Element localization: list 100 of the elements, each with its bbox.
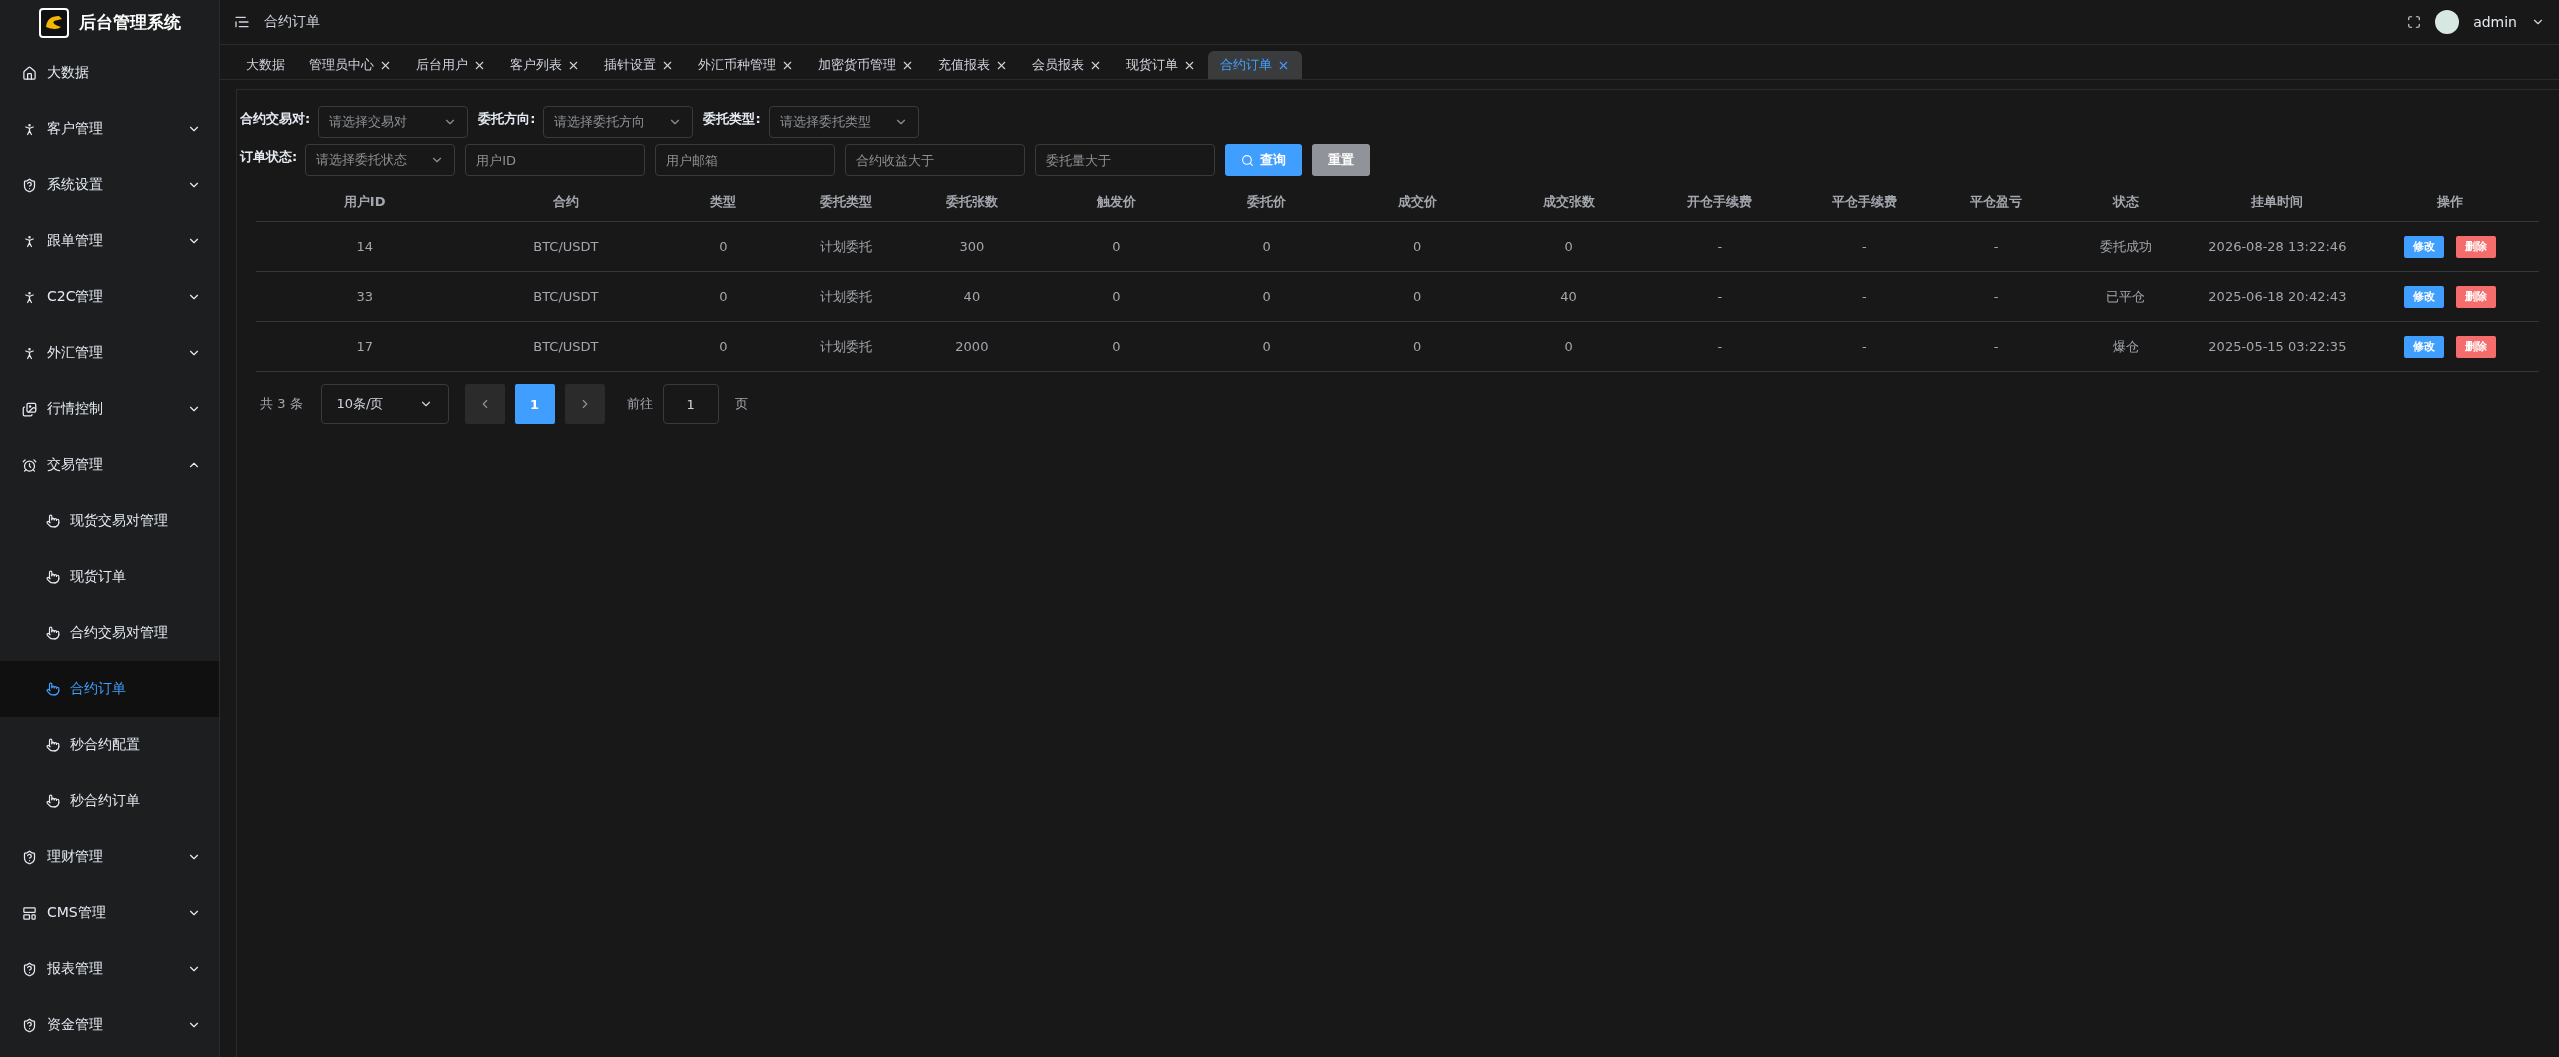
- table-cell: 0: [1191, 322, 1342, 372]
- table-cell: 0: [1040, 322, 1192, 372]
- table-cell: 计划委托: [788, 322, 903, 372]
- page-input[interactable]: 1: [662, 384, 719, 424]
- sidebar-subitem[interactable]: 秒合约配置: [0, 717, 219, 773]
- table-cell: 40: [1492, 272, 1645, 322]
- tab[interactable]: 合约订单: [1208, 51, 1302, 79]
- tab[interactable]: 客户列表: [498, 51, 592, 79]
- sidebar-item[interactable]: 交易管理: [0, 437, 219, 493]
- table-cell: 0: [658, 322, 789, 372]
- column-header: 成交价: [1341, 182, 1493, 222]
- table-cell: 2000: [902, 322, 1041, 372]
- sidebar-item[interactable]: 理财管理: [0, 829, 219, 885]
- shield-icon: [22, 961, 37, 977]
- column-header: 触发价: [1040, 182, 1192, 222]
- sidebar-item[interactable]: 系统设置: [0, 157, 219, 213]
- tab[interactable]: 现货订单: [1114, 51, 1208, 79]
- table-cell: 计划委托: [788, 272, 903, 322]
- select-field[interactable]: 请选择交易对: [318, 106, 469, 138]
- table-cell: 委托成功: [2059, 222, 2193, 272]
- page-unit: 页: [734, 395, 748, 413]
- sidebar-item[interactable]: 报表管理: [0, 941, 219, 997]
- table-cell: -: [1795, 222, 1934, 272]
- table-cell: -: [1933, 322, 2060, 372]
- hand-pointer-icon: [46, 514, 60, 528]
- layout-icon: [22, 905, 37, 921]
- table-cell: 0: [658, 222, 789, 272]
- column-header: 成交张数: [1492, 182, 1645, 222]
- column-header: 操作: [2361, 182, 2539, 222]
- sidebar-subitem[interactable]: 合约交易对管理: [0, 605, 219, 661]
- sidebar-item[interactable]: 资金管理: [0, 997, 219, 1053]
- input-field[interactable]: 委托量大于: [1035, 144, 1216, 176]
- hand-pointer-icon: [46, 682, 60, 696]
- sidebar-subitem[interactable]: 现货订单: [0, 549, 219, 605]
- sidebar-item[interactable]: C2C管理: [0, 269, 219, 325]
- table-cell: 计划委托: [788, 222, 903, 272]
- sidebar-item[interactable]: 行情控制: [0, 381, 219, 437]
- table-cell: 14: [256, 222, 474, 272]
- tab[interactable]: 插针设置: [592, 51, 686, 79]
- fullscreen-icon[interactable]: [2407, 15, 2422, 29]
- tab[interactable]: 外汇币种管理: [686, 51, 806, 79]
- user-name[interactable]: admin: [2473, 14, 2517, 30]
- filter-label: 订单状态:: [240, 148, 298, 166]
- shield-icon: [22, 849, 37, 865]
- person-icon: [22, 233, 37, 249]
- table-cell: 0: [1341, 222, 1493, 272]
- column-header: 挂单时间: [2192, 182, 2362, 222]
- table-cell: 33: [256, 272, 474, 322]
- app-title: 后台管理系统: [78, 11, 181, 34]
- column-header: 类型: [658, 182, 789, 222]
- table-cell: -: [1644, 322, 1796, 372]
- filter-label: 合约交易对:: [240, 110, 311, 128]
- table-cell: -: [1644, 272, 1796, 322]
- column-header: 状态: [2059, 182, 2193, 222]
- shield-icon: [22, 1017, 37, 1033]
- menu-icon[interactable]: [234, 14, 250, 30]
- logo-icon: [38, 7, 69, 38]
- tab[interactable]: 充值报表: [926, 51, 1020, 79]
- person-icon: [22, 289, 37, 305]
- alarm-clock-icon: [22, 457, 37, 473]
- table-cell: -: [1795, 272, 1934, 322]
- table-cell: -: [1933, 222, 2060, 272]
- sidebar-item[interactable]: 外汇管理: [0, 325, 219, 381]
- sidebar-subitem[interactable]: 秒合约订单: [0, 773, 219, 829]
- column-header: 平仓盈亏: [1933, 182, 2060, 222]
- image-icon: [22, 401, 37, 417]
- tab[interactable]: 后台用户: [404, 51, 498, 79]
- page-size-select[interactable]: 10条/页: [320, 384, 449, 424]
- table-cell: 0: [1341, 322, 1493, 372]
- sidebar-subitem[interactable]: 合约订单: [0, 661, 219, 717]
- tab[interactable]: 管理员中心: [297, 51, 404, 79]
- table-cell: 300: [902, 222, 1041, 272]
- tab[interactable]: 大数据: [234, 51, 297, 79]
- filter-label: 委托方向:: [478, 110, 536, 128]
- select-field[interactable]: 请选择委托类型: [768, 106, 919, 138]
- sidebar-item[interactable]: 大数据: [0, 45, 219, 101]
- table-cell: BTC/USDT: [473, 222, 659, 272]
- input-field[interactable]: 用户邮箱: [655, 144, 836, 176]
- sidebar-item[interactable]: 跟单管理: [0, 213, 219, 269]
- hand-pointer-icon: [46, 738, 60, 752]
- column-header: 用户ID: [256, 182, 474, 222]
- sidebar-item[interactable]: 客户管理: [0, 101, 219, 157]
- select-field[interactable]: 请选择委托方向: [543, 106, 694, 138]
- input-field[interactable]: 合约收益大于: [845, 144, 1026, 176]
- tab[interactable]: 会员报表: [1020, 51, 1114, 79]
- shield-icon: [22, 177, 37, 193]
- table-cell: 0: [1492, 322, 1645, 372]
- sidebar-subitem[interactable]: 现货交易对管理: [0, 493, 219, 549]
- hand-pointer-icon: [46, 570, 60, 584]
- table-cell: BTC/USDT: [473, 322, 659, 372]
- input-field[interactable]: 用户ID: [465, 144, 646, 176]
- avatar[interactable]: [2435, 10, 2460, 34]
- total-count: 共 3 条: [260, 395, 303, 413]
- table-cell: 0: [1040, 272, 1192, 322]
- filter-label: 委托类型:: [703, 110, 761, 128]
- select-field[interactable]: 请选择委托状态: [305, 144, 456, 176]
- person-icon: [22, 345, 37, 361]
- tab[interactable]: 加密货币管理: [806, 51, 926, 79]
- column-header: 委托价: [1191, 182, 1342, 222]
- sidebar-item[interactable]: CMS管理: [0, 885, 219, 941]
